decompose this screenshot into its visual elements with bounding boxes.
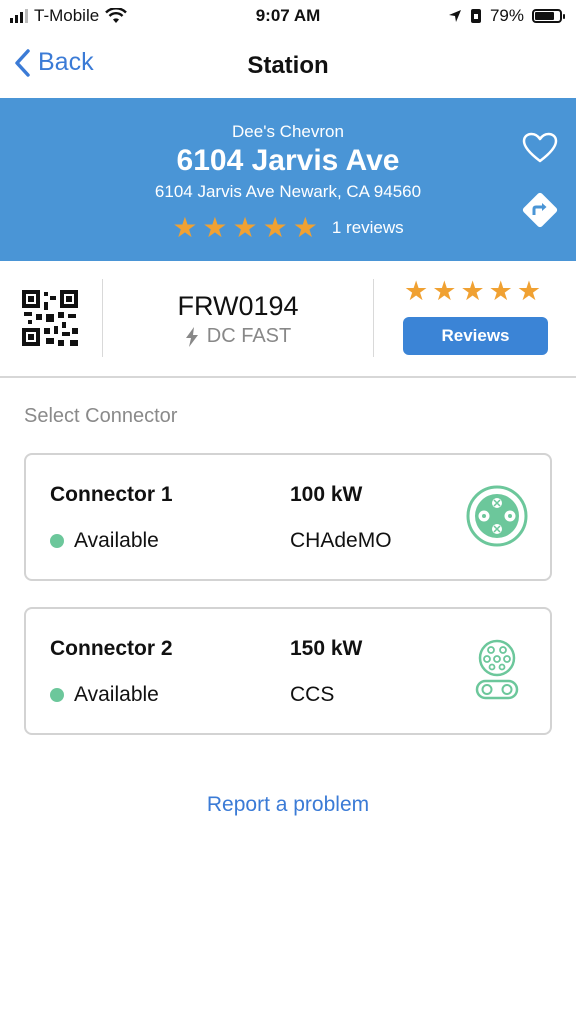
speed-label: DC FAST bbox=[206, 325, 292, 347]
portrait-lock-icon bbox=[470, 9, 481, 23]
charging-speed: DC FAST bbox=[103, 325, 373, 348]
section-label: Select Connector bbox=[24, 405, 178, 427]
reviews-button[interactable]: Reviews bbox=[403, 317, 548, 355]
status-bar: T-Mobile 9:07 AM 79% bbox=[0, 0, 576, 34]
connector-type: CHAdeMO bbox=[290, 529, 392, 552]
station-name: 6104 Jarvis Ave bbox=[176, 144, 400, 177]
ccs-connector-icon bbox=[475, 639, 519, 700]
battery-percent: 79% bbox=[489, 6, 524, 25]
lightning-bolt-icon bbox=[185, 326, 198, 347]
battery-fill bbox=[535, 12, 554, 20]
connector-power: 150 kW bbox=[290, 637, 363, 660]
available-status-dot bbox=[50, 534, 64, 548]
page-title: Station bbox=[247, 52, 329, 79]
station-header: Dee's Chevron 6104 Jarvis Ave 6104 Jarvi… bbox=[0, 98, 576, 261]
connector-status-label: Available bbox=[74, 529, 159, 552]
star-icon: ★ bbox=[488, 276, 513, 306]
station-info-row: FRW0194 DC FAST ★ ★ ★ ★ ★ Reviews bbox=[0, 261, 576, 378]
available-status-dot bbox=[50, 688, 64, 702]
star-rating: ★ ★ ★ ★ ★ bbox=[404, 277, 541, 305]
connector-status-label: Available bbox=[74, 683, 159, 706]
star-icon: ★ bbox=[202, 212, 228, 243]
connector-power: 100 kW bbox=[290, 483, 363, 506]
chademo-connector-icon bbox=[466, 485, 528, 547]
station-brand: Dee's Chevron bbox=[232, 122, 344, 141]
connector-card-1[interactable]: Connector 1 Available 100 kW CHAdeMO bbox=[24, 453, 552, 581]
station-address: 6104 Jarvis Ave Newark, CA 94560 bbox=[154, 182, 422, 201]
star-icon: ★ bbox=[460, 276, 485, 306]
header-rating: ★ ★ ★ ★ ★ 1 reviews bbox=[0, 214, 576, 242]
star-icon: ★ bbox=[432, 276, 457, 306]
divider bbox=[373, 279, 374, 357]
directions-icon[interactable] bbox=[518, 188, 562, 232]
star-icon: ★ bbox=[292, 212, 318, 243]
report-problem-link[interactable]: Report a problem bbox=[0, 793, 576, 817]
battery-icon bbox=[532, 9, 565, 23]
location-arrow-icon bbox=[448, 10, 461, 22]
star-icon: ★ bbox=[232, 212, 258, 243]
connector-name: Connector 2 bbox=[50, 637, 173, 660]
connector-name: Connector 1 bbox=[50, 483, 173, 506]
star-icon: ★ bbox=[262, 212, 288, 243]
connector-status: Available bbox=[50, 683, 159, 707]
connector-status: Available bbox=[50, 529, 159, 553]
star-rating: ★ ★ ★ ★ ★ bbox=[172, 214, 318, 242]
star-icon: ★ bbox=[516, 276, 542, 306]
navigation-bar: Back Station bbox=[0, 34, 576, 98]
station-id: FRW0194 bbox=[177, 291, 299, 321]
review-count: 1 reviews bbox=[331, 218, 404, 237]
connector-card-2[interactable]: Connector 2 Available 150 kW CCS bbox=[24, 607, 552, 735]
star-icon: ★ bbox=[172, 212, 198, 243]
favorite-heart-icon[interactable] bbox=[522, 132, 558, 164]
qr-code-icon[interactable] bbox=[22, 290, 78, 346]
status-right: 79% bbox=[448, 6, 565, 26]
connector-type: CCS bbox=[290, 683, 335, 706]
star-icon: ★ bbox=[404, 276, 429, 306]
